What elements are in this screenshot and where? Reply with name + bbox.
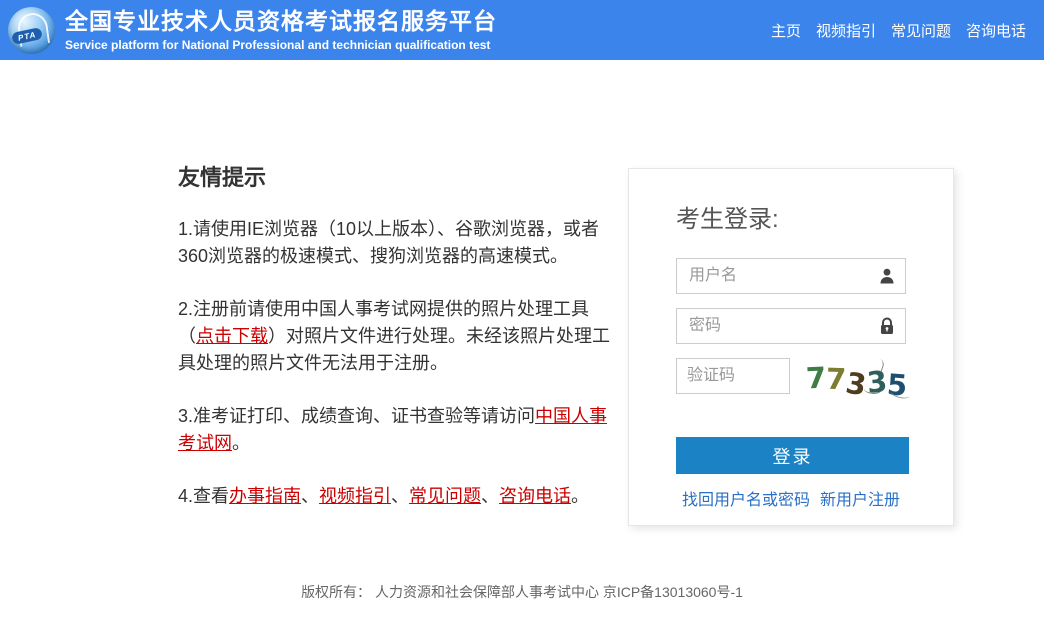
video-guide-link[interactable]: 视频指引 [319, 486, 391, 506]
main-content: 友情提示 1.请使用IE浏览器（10以上版本）、谷歌浏览器，或者360浏览器的极… [178, 160, 958, 536]
top-nav: 主页 视频指引 常见问题 咨询电话 [771, 20, 1026, 41]
site-subtitle: Service platform for National Profession… [65, 38, 497, 52]
forgot-password-link[interactable]: 找回用户名或密码 [682, 486, 810, 510]
nav-faq-link[interactable]: 常见问题 [891, 20, 951, 41]
pta-logo-label: PTA [11, 27, 43, 45]
tip-item-2: 2.注册前请使用中国人事考试网提供的照片处理工具（点击下载）对照片文件进行处理。… [178, 296, 620, 377]
login-panel: 考生登录: 77335 [628, 168, 954, 526]
login-heading: 考生登录: [676, 199, 906, 234]
tip-4-sep2: 、 [391, 486, 409, 506]
download-photo-tool-link[interactable]: 点击下载 [196, 326, 268, 346]
header: PTA 全国专业技术人员资格考试报名服务平台 Service platform … [0, 0, 1044, 60]
tip-3-text-post: 。 [232, 433, 250, 453]
tips-heading: 友情提示 [178, 160, 620, 192]
login-links-row: 找回用户名或密码 新用户注册 [676, 486, 906, 510]
service-guide-link[interactable]: 办事指南 [229, 486, 301, 506]
faq-link[interactable]: 常见问题 [409, 486, 481, 506]
tip-item-1: 1.请使用IE浏览器（10以上版本）、谷歌浏览器，或者360浏览器的极速模式、搜… [178, 216, 620, 270]
lock-icon [877, 316, 897, 336]
pta-logo-icon: PTA [8, 7, 55, 54]
captcha-digit: 7 [805, 359, 827, 396]
tip-item-4: 4.查看办事指南、视频指引、常见问题、咨询电话。 [178, 483, 620, 510]
tip-item-3: 3.准考证打印、成绩查询、证书查验等请访问中国人事考试网。 [178, 403, 620, 457]
friendly-tips-section: 友情提示 1.请使用IE浏览器（10以上版本）、谷歌浏览器，或者360浏览器的极… [178, 160, 620, 536]
password-field-wrap [676, 308, 906, 344]
tip-4-text-pre: 4.查看 [178, 486, 229, 506]
login-button[interactable]: 登录 [676, 437, 909, 474]
captcha-row: 77335 [676, 358, 906, 400]
site-title-block: 全国专业技术人员资格考试报名服务平台 Service platform for … [65, 8, 497, 53]
register-link[interactable]: 新用户注册 [820, 486, 900, 510]
tip-1-text: 1.请使用IE浏览器（10以上版本）、谷歌浏览器，或者360浏览器的极速模式、搜… [178, 219, 599, 266]
user-icon [877, 266, 897, 286]
tip-4-sep3: 、 [481, 486, 499, 506]
tip-4-sep1: 、 [301, 486, 319, 506]
site-title: 全国专业技术人员资格考试报名服务平台 [65, 8, 497, 36]
nav-phone-link[interactable]: 咨询电话 [966, 20, 1026, 41]
captcha-field-wrap [676, 358, 790, 394]
username-input[interactable] [676, 258, 906, 294]
password-input[interactable] [676, 308, 906, 344]
tip-3-text-pre: 3.准考证打印、成绩查询、证书查验等请访问 [178, 406, 535, 426]
captcha-image[interactable]: 77335 [806, 360, 906, 400]
footer-copyright: 版权所有： 人力资源和社会保障部人事考试中心 京ICP备13013060号-1 [0, 582, 1044, 602]
tip-4-end: 。 [571, 486, 589, 506]
nav-home-link[interactable]: 主页 [771, 20, 801, 41]
username-field-wrap [676, 258, 906, 294]
captcha-input[interactable] [676, 358, 790, 394]
phone-link[interactable]: 咨询电话 [499, 486, 571, 506]
nav-video-guide-link[interactable]: 视频指引 [816, 20, 876, 41]
